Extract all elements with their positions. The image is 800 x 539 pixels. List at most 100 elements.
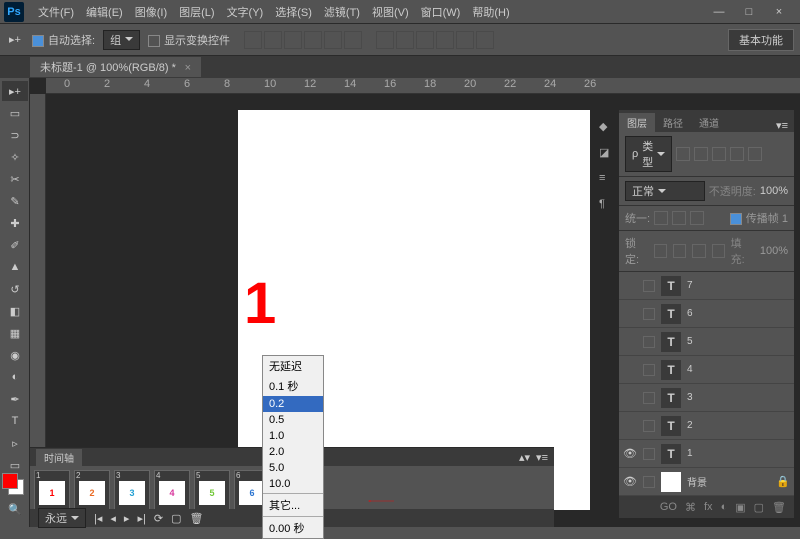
window-close[interactable]: ×	[772, 5, 786, 19]
visibility-icon[interactable]	[623, 307, 637, 321]
footer-go[interactable]: GO	[660, 501, 677, 513]
layer-row[interactable]: T7	[619, 272, 794, 300]
layer-row[interactable]: 👁背景🔒	[619, 468, 794, 496]
document-tab[interactable]: 未标题-1 @ 100%(RGB/8) * ×	[30, 57, 201, 77]
layer-checkbox[interactable]	[643, 476, 655, 488]
timeline-menu-icon[interactable]: ▾≡	[536, 451, 548, 464]
timeline-frame[interactable]: 22	[74, 470, 110, 510]
menu-item-9[interactable]: 帮助(H)	[466, 2, 515, 22]
document-close-icon[interactable]: ×	[185, 62, 191, 74]
delay-other[interactable]: 其它...	[263, 495, 323, 515]
dist-btn-4[interactable]	[436, 31, 454, 49]
new-layer-icon[interactable]: ▢	[754, 501, 764, 514]
lock-all-icon[interactable]	[712, 244, 725, 258]
timeline-frame[interactable]: 11	[34, 470, 70, 510]
panel-menu-icon[interactable]: ▾≡	[770, 119, 794, 132]
visibility-icon[interactable]	[623, 279, 637, 293]
menu-item-3[interactable]: 图层(L)	[173, 2, 220, 22]
layer-checkbox[interactable]	[643, 364, 655, 376]
marquee-tool[interactable]: ▭	[2, 103, 28, 123]
layer-checkbox[interactable]	[643, 308, 655, 320]
move-tool[interactable]: ▸+	[2, 81, 28, 101]
path-tool[interactable]: ▹	[2, 433, 28, 453]
layer-row[interactable]: 👁T1	[619, 440, 794, 468]
new-group-icon[interactable]: ▣	[735, 501, 745, 514]
blur-tool[interactable]: ◉	[2, 345, 28, 365]
lock-pixel-icon[interactable]	[673, 244, 686, 258]
shape-tool[interactable]: ▭	[2, 455, 28, 475]
auto-select-checkbox[interactable]	[32, 35, 44, 47]
history-brush-tool[interactable]: ↺	[2, 279, 28, 299]
link-layers-icon[interactable]: ⌘	[685, 501, 696, 514]
fill-value[interactable]: 100%	[760, 245, 788, 257]
next-frame-icon[interactable]: ▸|	[137, 512, 145, 525]
delay-current[interactable]: 0.00 秒	[263, 518, 323, 538]
auto-select-target[interactable]: 组	[103, 30, 140, 50]
show-transform-checkbox[interactable]	[148, 35, 160, 47]
align-btn-1[interactable]	[244, 31, 262, 49]
unify-pos-icon[interactable]	[654, 211, 668, 225]
visibility-icon[interactable]: 👁	[623, 447, 637, 461]
layer-row[interactable]: T3	[619, 384, 794, 412]
panel-icon-4[interactable]: ¶	[599, 198, 615, 214]
blend-mode-select[interactable]: 正常	[625, 181, 705, 201]
delay-option[interactable]: 0.1 秒	[263, 376, 323, 396]
delay-option[interactable]: 1.0	[263, 428, 323, 444]
timeline-frame[interactable]: 33	[114, 470, 150, 510]
lock-trans-icon[interactable]	[654, 244, 667, 258]
mask-icon[interactable]: ◐	[721, 501, 728, 513]
timeline-frame[interactable]: 44	[154, 470, 190, 510]
visibility-icon[interactable]	[623, 419, 637, 433]
visibility-icon[interactable]	[623, 335, 637, 349]
visibility-icon[interactable]	[623, 391, 637, 405]
layer-filter-kind[interactable]: ρ 类型	[625, 136, 672, 172]
menu-item-7[interactable]: 视图(V)	[366, 2, 415, 22]
align-btn-3[interactable]	[284, 31, 302, 49]
filter-adjust-icon[interactable]	[694, 147, 708, 161]
gradient-tool[interactable]: ▦	[2, 323, 28, 343]
filter-smart-icon[interactable]	[748, 147, 762, 161]
align-btn-4[interactable]	[304, 31, 322, 49]
filter-type-icon[interactable]	[712, 147, 726, 161]
loop-select[interactable]: 永远	[38, 508, 86, 528]
delay-option[interactable]: 0.2	[263, 396, 323, 412]
delete-layer-icon[interactable]: 🗑	[772, 501, 786, 514]
layer-row[interactable]: T6	[619, 300, 794, 328]
layer-checkbox[interactable]	[643, 392, 655, 404]
first-frame-icon[interactable]: |◂	[94, 512, 102, 525]
brush-tool[interactable]: ✐	[2, 235, 28, 255]
type-tool[interactable]: T	[2, 411, 28, 431]
lasso-tool[interactable]: ⊃	[2, 125, 28, 145]
wand-tool[interactable]: ✧	[2, 147, 28, 167]
dist-btn-2[interactable]	[396, 31, 414, 49]
tab-channels[interactable]: 通道	[691, 113, 727, 132]
move-tool-icon[interactable]: ▸+	[6, 31, 24, 49]
heal-tool[interactable]: ✚	[2, 213, 28, 233]
layer-row[interactable]: T2	[619, 412, 794, 440]
layer-checkbox[interactable]	[643, 420, 655, 432]
unify-vis-icon[interactable]	[672, 211, 686, 225]
panel-icon-2[interactable]: ◪	[599, 146, 615, 162]
prev-frame-icon[interactable]: ◂	[110, 512, 116, 525]
align-btn-2[interactable]	[264, 31, 282, 49]
panel-icon-1[interactable]: ◆	[599, 120, 615, 136]
timeline-frame[interactable]: 55	[194, 470, 230, 510]
eyedropper-tool[interactable]: ✎	[2, 191, 28, 211]
panel-icon-3[interactable]: ≡	[599, 172, 615, 188]
tab-paths[interactable]: 路径	[655, 113, 691, 132]
tween-icon[interactable]: ⟳	[154, 512, 163, 525]
timeline-collapse-icon[interactable]: ▴▾	[519, 451, 530, 464]
menu-item-1[interactable]: 编辑(E)	[80, 2, 129, 22]
dist-btn-3[interactable]	[416, 31, 434, 49]
propagate-checkbox[interactable]	[730, 213, 742, 225]
align-btn-5[interactable]	[324, 31, 342, 49]
tab-layers[interactable]: 图层	[619, 113, 655, 132]
delay-option[interactable]: 2.0	[263, 444, 323, 460]
stamp-tool[interactable]: ▲	[2, 257, 28, 277]
layer-checkbox[interactable]	[643, 448, 655, 460]
crop-tool[interactable]: ✂	[2, 169, 28, 189]
layer-row[interactable]: T5	[619, 328, 794, 356]
play-icon[interactable]: ▸	[124, 512, 130, 525]
menu-item-6[interactable]: 滤镜(T)	[318, 2, 366, 22]
opacity-value[interactable]: 100%	[760, 185, 788, 197]
